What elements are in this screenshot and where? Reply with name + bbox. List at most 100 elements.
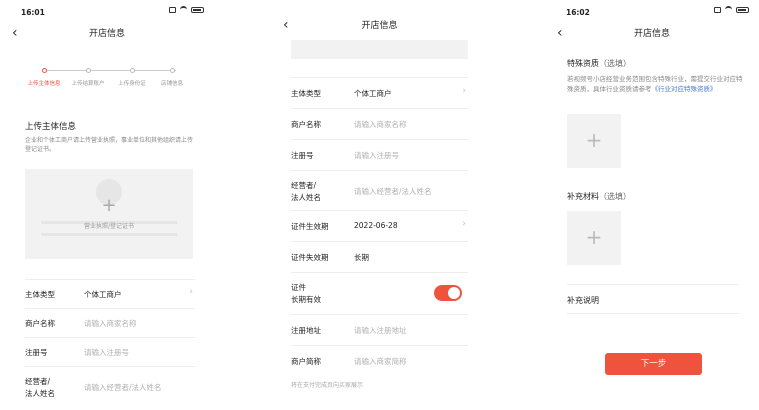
field-label: 主体类型 bbox=[25, 290, 55, 299]
nav-bar: ‹ 开店信息 bbox=[271, 14, 488, 40]
supplementary-material-title: 补充材料（选填） bbox=[567, 191, 631, 202]
special-qualification-desc: 若视频号小店经营业务范围包含特殊行业，需提交行业对应特殊资质，具体行业资质请参考… bbox=[567, 74, 747, 94]
field-operator-name[interactable]: 经营者/ 法人姓名 请输入经营者/法人姓名 bbox=[25, 366, 195, 406]
section-label: 特殊资质 bbox=[567, 59, 599, 68]
plus-icon: + bbox=[101, 195, 117, 216]
field-valid-until[interactable]: 证件失效期 长期 bbox=[291, 241, 468, 272]
field-placeholder: 请输入商家名称 bbox=[354, 120, 407, 129]
plus-icon: + bbox=[585, 128, 603, 152]
field-placeholder: 请输入经营者/法人姓名 bbox=[84, 383, 162, 392]
field-label: 法人姓名 bbox=[291, 193, 321, 202]
field-entity-type[interactable]: 主体类型 个体工商户 › bbox=[25, 279, 195, 307]
field-label: 经营者/ bbox=[25, 377, 51, 386]
field-registration-number[interactable]: 注册号 请输入注册号 bbox=[291, 139, 468, 170]
notification-icon bbox=[714, 6, 721, 13]
step-dot bbox=[41, 68, 47, 73]
field-label: 经营者/ bbox=[291, 181, 317, 190]
upload-caption: 营业执照/登记证书 bbox=[83, 223, 135, 230]
field-value: 长期 bbox=[354, 253, 369, 262]
field-label: 注册号 bbox=[291, 151, 314, 160]
nav-bar: ‹ 开店信息 bbox=[0, 22, 214, 48]
progress-steps: 上传主体信息 上传结算账户 上传身份证 店铺信息 bbox=[22, 61, 192, 91]
step-dot bbox=[129, 68, 135, 73]
field-label: 法人姓名 bbox=[25, 389, 55, 398]
supplementary-material-upload[interactable]: + bbox=[567, 211, 621, 265]
step-dot bbox=[85, 68, 91, 73]
step-3: 上传身份证 bbox=[110, 61, 154, 87]
field-valid-from[interactable]: 证件生效期 2022-06-28 › bbox=[291, 210, 468, 241]
license-upload-box[interactable]: + 营业执照/登记证书 bbox=[25, 169, 193, 259]
chevron-right-icon: › bbox=[462, 86, 466, 96]
field-registration-number[interactable]: 注册号 请输入注册号 bbox=[25, 337, 195, 365]
wifi-icon bbox=[725, 6, 732, 13]
next-step-button[interactable]: 下一步 bbox=[605, 353, 702, 375]
step-2: 上传结算账户 bbox=[66, 61, 110, 87]
status-bar: 16:02 bbox=[545, 0, 759, 22]
field-value: 2022-06-28 bbox=[354, 221, 398, 230]
field-placeholder: 请输入商家简称 bbox=[354, 357, 407, 366]
field-label: 注册号 bbox=[25, 348, 48, 357]
short-name-hint: 将在支付完成页向买家展示 bbox=[291, 382, 364, 389]
field-placeholder: 请输入注册号 bbox=[84, 348, 129, 357]
battery-icon bbox=[191, 6, 204, 13]
step-dot bbox=[169, 68, 175, 73]
nav-bar: ‹ 开店信息 bbox=[545, 22, 759, 48]
step-label: 上传身份证 bbox=[118, 81, 146, 87]
field-label: 补充说明 bbox=[567, 296, 599, 305]
field-placeholder: 请输入经营者/法人姓名 bbox=[354, 187, 432, 196]
page-title: 开店信息 bbox=[88, 29, 125, 39]
field-value: 个体工商户 bbox=[354, 89, 392, 98]
special-qualification-title: 特殊资质（选填） bbox=[567, 58, 631, 69]
chevron-right-icon: › bbox=[462, 219, 466, 229]
step-label: 店铺信息 bbox=[160, 81, 183, 87]
field-label: 商户简称 bbox=[291, 357, 321, 366]
optional-tag: （选填） bbox=[599, 59, 631, 68]
screen-step1-bottom: 16:02 ‹ 开店信息 特殊资质（选填） 若视频号小店经营业务范围包含特殊行业… bbox=[545, 0, 759, 410]
field-placeholder: 请输入注册地址 bbox=[354, 326, 407, 335]
battery-icon bbox=[736, 6, 749, 13]
upload-area-edge bbox=[291, 40, 468, 59]
field-value: 个体工商户 bbox=[84, 290, 122, 299]
status-icons bbox=[169, 6, 204, 13]
field-entity-type[interactable]: 主体类型 个体工商户 › bbox=[291, 77, 468, 108]
optional-tag: （选填） bbox=[599, 192, 631, 201]
qualification-link[interactable]: 《行业对应特殊资质》 bbox=[652, 85, 717, 93]
status-time: 16:01 bbox=[21, 8, 45, 17]
field-merchant-name[interactable]: 商户名称 请输入商家名称 bbox=[291, 108, 468, 139]
plus-icon: + bbox=[585, 225, 603, 249]
field-label: 商户名称 bbox=[291, 120, 321, 129]
field-operator-name[interactable]: 经营者/ 法人姓名 请输入经营者/法人姓名 bbox=[291, 170, 468, 210]
status-icons bbox=[714, 6, 749, 13]
field-label: 证件 bbox=[291, 283, 306, 292]
field-label: 注册地址 bbox=[291, 326, 321, 335]
field-merchant-name[interactable]: 商户名称 请输入商家名称 bbox=[25, 308, 195, 336]
field-placeholder: 请输入注册号 bbox=[354, 151, 399, 160]
field-placeholder: 请输入商家名称 bbox=[84, 319, 137, 328]
page-title: 开店信息 bbox=[361, 21, 398, 31]
chevron-right-icon: › bbox=[189, 287, 193, 297]
field-merchant-short-name[interactable]: 商户简称 请输入商家简称 bbox=[291, 345, 468, 376]
step-1: 上传主体信息 bbox=[22, 61, 66, 87]
long-term-toggle[interactable] bbox=[434, 285, 462, 301]
step-label: 上传主体信息 bbox=[27, 81, 61, 87]
field-label: 商户名称 bbox=[25, 319, 55, 328]
screen-step1: 16:01 ‹ 开店信息 上传主体信息 上传结算账户 上传身份证 店铺信息 上传… bbox=[0, 0, 214, 410]
step-label: 上传结算账户 bbox=[71, 81, 105, 87]
wifi-icon bbox=[180, 6, 187, 13]
section-description: 企业和个体工商户请上传营业执照，事业单位和其他组织请上传登记证书。 bbox=[25, 137, 194, 153]
notification-icon bbox=[169, 6, 176, 13]
field-label: 长期有效 bbox=[291, 295, 321, 304]
field-label: 证件生效期 bbox=[291, 222, 329, 231]
step-4: 店铺信息 bbox=[150, 61, 194, 87]
status-time: 16:02 bbox=[566, 8, 590, 17]
field-label: 证件失效期 bbox=[291, 253, 329, 262]
supplementary-note-field[interactable]: 补充说明 bbox=[567, 284, 739, 314]
screen-step1-scrolled: ‹ 开店信息 主体类型 个体工商户 › 商户名称 请输入商家名称 注册号 请输入… bbox=[271, 0, 488, 410]
field-label: 主体类型 bbox=[291, 89, 321, 98]
field-long-term-valid: 证件 长期有效 bbox=[291, 272, 468, 314]
special-qualification-upload[interactable]: + bbox=[567, 114, 621, 168]
field-registered-address[interactable]: 注册地址 请输入注册地址 bbox=[291, 314, 468, 345]
page-title: 开店信息 bbox=[633, 29, 670, 39]
status-bar: 16:01 bbox=[0, 0, 214, 22]
section-title: 上传主体信息 bbox=[25, 122, 77, 132]
